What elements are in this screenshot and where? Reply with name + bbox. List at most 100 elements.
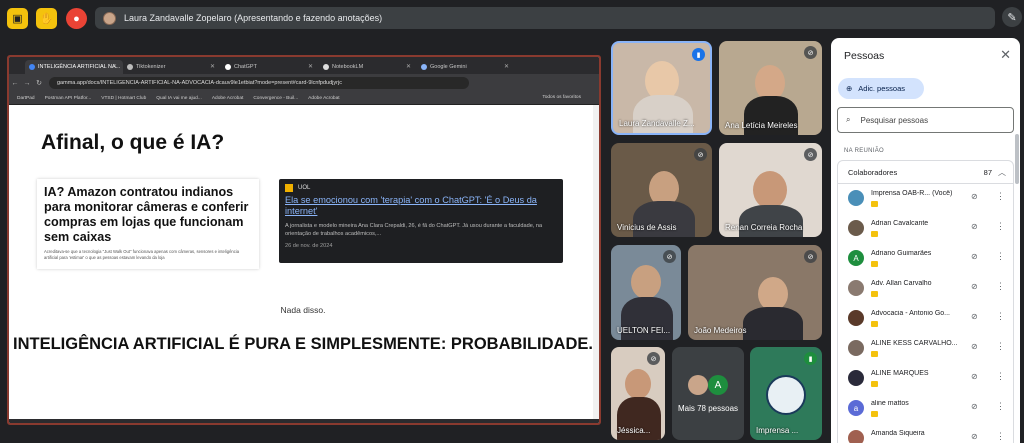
list-item[interactable]: Adrian Cavalcante ⊘ ⋮: [838, 214, 1013, 244]
bookmark[interactable]: Convergence - Buil...: [253, 96, 298, 101]
mic-off-icon: ⊘: [971, 342, 978, 351]
more-options-icon[interactable]: ⋮: [996, 191, 1005, 202]
tab-label: NotebookLM: [332, 64, 364, 70]
news-card-uol: UOL Ela se emocionou com 'terapia' com o…: [279, 179, 563, 263]
forward-icon[interactable]: →: [21, 80, 33, 87]
search-icon: ⌕: [846, 115, 851, 124]
present-off-icon[interactable]: ▣: [7, 8, 28, 29]
participant-tile[interactable]: ▮ Imprensa ...: [750, 347, 822, 440]
more-options-icon[interactable]: ⋮: [996, 431, 1005, 442]
more-options-icon[interactable]: ⋮: [996, 311, 1005, 322]
more-options-icon[interactable]: ⋮: [996, 251, 1005, 262]
bookmark[interactable]: VTSD | Hotmart Club: [101, 96, 146, 101]
bookmark[interactable]: DartPad: [17, 96, 35, 101]
participant-tile[interactable]: ⊘ Jéssica...: [611, 347, 665, 440]
more-options-icon[interactable]: ⋮: [996, 341, 1005, 352]
mic-off-icon: ⊘: [971, 372, 978, 381]
participant-name: UELTON FEI...: [617, 326, 671, 335]
slide-statement: INTELIGÊNCIA ARTIFICIAL É PURA E SIMPLES…: [13, 335, 593, 353]
people-list: Imprensa OAB-R... (Você) ⊘ ⋮ Adrian Cava…: [837, 184, 1014, 443]
presenter-text: Laura Zandavalle Zopelaro (Apresentando …: [124, 13, 383, 23]
add-people-button[interactable]: ⊕ Adic. pessoas: [838, 78, 924, 99]
url-field[interactable]: gamma.app/docs/INTELIGENCIA-ARTIFICIAL-N…: [49, 77, 469, 89]
more-options-icon[interactable]: ⋮: [996, 281, 1005, 292]
more-people-label: Mais 78 pessoas: [677, 404, 739, 413]
list-item[interactable]: A Adriano Guimarães ⊘ ⋮: [838, 244, 1013, 274]
bookmark[interactable]: Adobe Acrobat: [212, 96, 243, 101]
badge-icon: [871, 231, 878, 237]
participant-tile[interactable]: ⊘ Vinicius de Assis: [611, 143, 712, 237]
browser-tab[interactable]: ChatGPT ✕: [221, 60, 319, 74]
mic-off-icon: ⊘: [971, 252, 978, 261]
oab-logo-icon: [766, 375, 806, 415]
person-name: Amanda Siqueira: [871, 430, 925, 437]
hand-icon[interactable]: ✋: [36, 8, 57, 29]
speaking-icon: ▮: [804, 352, 817, 365]
panel-scrollbar[interactable]: [1015, 134, 1019, 184]
list-item[interactable]: ALINE KESS CARVALHO... ⊘ ⋮: [838, 334, 1013, 364]
shared-screen: INTELIGÊNCIA ARTIFICIAL NA... ✕ Tiktokeni…: [7, 55, 601, 425]
list-item[interactable]: Amanda Siqueira ⊘ ⋮: [838, 424, 1013, 443]
badge-icon: [871, 201, 878, 207]
participant-name: Laura Zandavalle Z...: [619, 119, 695, 128]
tab-label: Google Gemini: [430, 64, 467, 70]
browser-tab[interactable]: NotebookLM ✕: [319, 60, 417, 74]
mic-off-icon: ⊘: [804, 250, 817, 263]
browser-tab[interactable]: Google Gemini ✕: [417, 60, 515, 74]
participant-tile[interactable]: ⊘ João Medeiros: [688, 245, 822, 340]
list-item[interactable]: Imprensa OAB-R... (Você) ⊘ ⋮: [838, 184, 1013, 214]
list-item[interactable]: ALINE MARQUES ⊘ ⋮: [838, 364, 1013, 394]
participant-tile[interactable]: ⊘ UELTON FEI...: [611, 245, 681, 340]
back-icon[interactable]: ←: [9, 80, 21, 87]
presenter-banner: Laura Zandavalle Zopelaro (Apresentando …: [95, 7, 995, 29]
participant-tile[interactable]: ▮ Laura Zandavalle Z...: [611, 41, 712, 135]
card-headline: IA? Amazon contratou indianos para monit…: [44, 185, 249, 244]
mic-off-icon: ⊘: [971, 282, 978, 291]
tab-label: INTELIGÊNCIA ARTIFICIAL NA...: [38, 64, 121, 70]
bookmark[interactable]: Adobe Acrobat: [308, 96, 339, 101]
record-icon[interactable]: ●: [66, 8, 87, 29]
more-people-tile[interactable]: A Mais 78 pessoas: [672, 347, 744, 440]
slide-scrollbar[interactable]: [593, 105, 599, 423]
section-label: NA REUNIÃO: [844, 148, 885, 154]
participant-tile[interactable]: ⊘ Renan Correia Rocha: [719, 143, 822, 237]
source-label: UOL: [298, 185, 311, 191]
news-card-amazon: IA? Amazon contratou indianos para monit…: [37, 179, 259, 269]
bookmarks-bar: DartPad Postman API Platfor... VTSD | Ho…: [9, 92, 599, 105]
chevron-up-icon: ︿: [998, 167, 1006, 177]
avatar: A: [848, 250, 864, 266]
participant-name: Vinicius de Assis: [617, 223, 677, 232]
card-date: 26 de nov. de 2024: [285, 243, 333, 249]
taskbar-strip: [9, 419, 599, 423]
browser-tab[interactable]: INTELIGÊNCIA ARTIFICIAL NA... ✕: [25, 60, 123, 74]
search-people-input[interactable]: ⌕ Pesquisar pessoas: [837, 107, 1014, 133]
participant-tile[interactable]: ⊘ Ana Letícia Meireles: [719, 41, 822, 135]
card-link[interactable]: Ela se emocionou com 'terapia' com o Cha…: [285, 195, 557, 217]
bookmark[interactable]: Qual IA vai me ajud...: [156, 96, 202, 101]
avatar: [625, 369, 651, 399]
all-bookmarks[interactable]: Todos os favoritos: [542, 95, 581, 100]
participant-name: Ana Letícia Meireles: [725, 121, 798, 130]
group-count: 87: [983, 167, 992, 177]
meeting-topbar: ▣ ✋ ● Laura Zandavalle Zopelaro (Apresen…: [0, 0, 1024, 36]
mic-off-icon: ⊘: [804, 148, 817, 161]
more-options-icon[interactable]: ⋮: [996, 371, 1005, 382]
browser-tab[interactable]: Tiktokenizer ✕: [123, 60, 221, 74]
pen-icon[interactable]: ✎: [1002, 7, 1022, 27]
people-panel: Pessoas ✕ ⊕ Adic. pessoas ⌕ Pesquisar pe…: [831, 38, 1020, 443]
card-snippet: A jornalista e modelo mineira Ana Clara …: [285, 223, 543, 237]
person-name: Adriano Guimarães: [871, 250, 932, 257]
more-options-icon[interactable]: ⋮: [996, 221, 1005, 232]
list-item[interactable]: Adv. Allan Carvalho ⊘ ⋮: [838, 274, 1013, 304]
bookmark[interactable]: Postman API Platfor...: [45, 96, 92, 101]
speaking-icon: ▮: [692, 48, 705, 61]
mic-off-icon: ⊘: [804, 46, 817, 59]
avatar: [848, 370, 864, 386]
badge-icon: [871, 321, 878, 327]
list-item[interactable]: Advocacia - Antonio Go... ⊘ ⋮: [838, 304, 1013, 334]
collaborators-group[interactable]: Colaboradores 87 ︿: [837, 160, 1014, 184]
reload-icon[interactable]: ↻: [33, 79, 45, 87]
more-options-icon[interactable]: ⋮: [996, 401, 1005, 412]
close-icon[interactable]: ✕: [1000, 47, 1011, 63]
list-item[interactable]: a aline mattos ⊘ ⋮: [838, 394, 1013, 424]
